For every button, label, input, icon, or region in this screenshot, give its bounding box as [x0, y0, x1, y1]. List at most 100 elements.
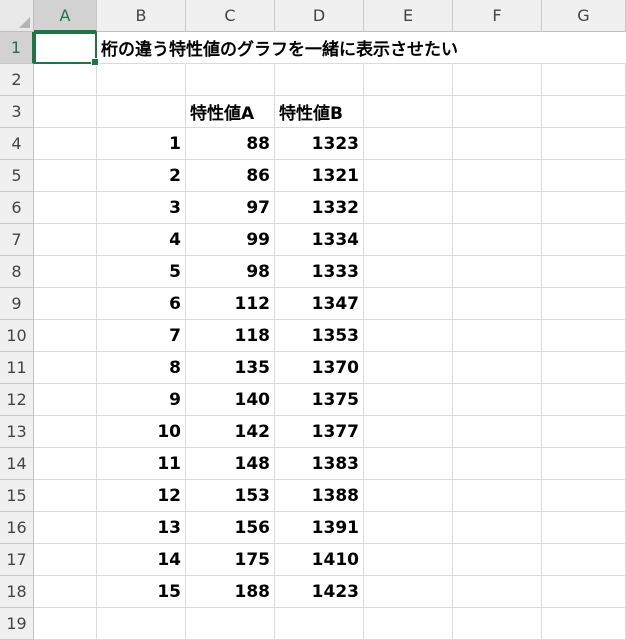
cell-e5[interactable] [364, 160, 453, 192]
cell-d8[interactable]: 1333 [275, 256, 364, 288]
column-header-g[interactable]: G [542, 0, 626, 32]
cell-a17[interactable] [34, 544, 97, 576]
row-header-16[interactable]: 16 [0, 512, 34, 544]
cell-a3[interactable] [34, 96, 97, 128]
cell-c18[interactable]: 188 [186, 576, 275, 608]
cell-e12[interactable] [364, 384, 453, 416]
cell-g19[interactable] [542, 608, 626, 640]
cell-f2[interactable] [453, 64, 542, 96]
cell-f3[interactable] [453, 96, 542, 128]
row-header-1[interactable]: 1 [0, 32, 34, 64]
cell-g12[interactable] [542, 384, 626, 416]
cell-c15[interactable]: 153 [186, 480, 275, 512]
cell-c6[interactable]: 97 [186, 192, 275, 224]
cell-c16[interactable]: 156 [186, 512, 275, 544]
cell-b1[interactable]: 桁の違う特性値のグラフを一緒に表示させたい [97, 32, 458, 64]
cell-d14[interactable]: 1383 [275, 448, 364, 480]
cell-b4[interactable]: 1 [97, 128, 186, 160]
cell-d6[interactable]: 1332 [275, 192, 364, 224]
cell-g8[interactable] [542, 256, 626, 288]
cell-d10[interactable]: 1353 [275, 320, 364, 352]
cell-b18[interactable]: 15 [97, 576, 186, 608]
cell-e11[interactable] [364, 352, 453, 384]
cell-b17[interactable]: 14 [97, 544, 186, 576]
cell-f1[interactable] [453, 32, 542, 64]
column-header-c[interactable]: C [186, 0, 275, 32]
cell-a6[interactable] [34, 192, 97, 224]
cell-d3[interactable]: 特性値B [275, 96, 364, 128]
cell-d5[interactable]: 1321 [275, 160, 364, 192]
cell-e13[interactable] [364, 416, 453, 448]
cell-a18[interactable] [34, 576, 97, 608]
cell-g4[interactable] [542, 128, 626, 160]
cell-c12[interactable]: 140 [186, 384, 275, 416]
row-header-9[interactable]: 9 [0, 288, 34, 320]
cell-b12[interactable]: 9 [97, 384, 186, 416]
cell-e3[interactable] [364, 96, 453, 128]
cell-g11[interactable] [542, 352, 626, 384]
row-header-14[interactable]: 14 [0, 448, 34, 480]
cell-a8[interactable] [34, 256, 97, 288]
cell-a1[interactable] [34, 32, 97, 64]
cell-b11[interactable]: 8 [97, 352, 186, 384]
cell-d11[interactable]: 1370 [275, 352, 364, 384]
cell-f11[interactable] [453, 352, 542, 384]
cell-c8[interactable]: 98 [186, 256, 275, 288]
cell-c17[interactable]: 175 [186, 544, 275, 576]
column-header-e[interactable]: E [364, 0, 453, 32]
row-header-13[interactable]: 13 [0, 416, 34, 448]
cell-a2[interactable] [34, 64, 97, 96]
cell-a11[interactable] [34, 352, 97, 384]
row-header-17[interactable]: 17 [0, 544, 34, 576]
row-header-4[interactable]: 4 [0, 128, 34, 160]
cell-c10[interactable]: 118 [186, 320, 275, 352]
row-header-6[interactable]: 6 [0, 192, 34, 224]
row-header-19[interactable]: 19 [0, 608, 34, 640]
cell-a5[interactable] [34, 160, 97, 192]
cell-g18[interactable] [542, 576, 626, 608]
cell-d12[interactable]: 1375 [275, 384, 364, 416]
cell-b16[interactable]: 13 [97, 512, 186, 544]
cell-b13[interactable]: 10 [97, 416, 186, 448]
cell-d4[interactable]: 1323 [275, 128, 364, 160]
cell-g14[interactable] [542, 448, 626, 480]
row-header-10[interactable]: 10 [0, 320, 34, 352]
cell-e9[interactable] [364, 288, 453, 320]
cell-g13[interactable] [542, 416, 626, 448]
cell-e10[interactable] [364, 320, 453, 352]
cell-c19[interactable] [186, 608, 275, 640]
cell-a7[interactable] [34, 224, 97, 256]
cell-g5[interactable] [542, 160, 626, 192]
cell-f5[interactable] [453, 160, 542, 192]
cell-e8[interactable] [364, 256, 453, 288]
row-header-12[interactable]: 12 [0, 384, 34, 416]
select-all-button[interactable] [0, 0, 34, 32]
row-header-2[interactable]: 2 [0, 64, 34, 96]
cell-b7[interactable]: 4 [97, 224, 186, 256]
cell-d7[interactable]: 1334 [275, 224, 364, 256]
cell-a4[interactable] [34, 128, 97, 160]
cell-c13[interactable]: 142 [186, 416, 275, 448]
cell-e2[interactable] [364, 64, 453, 96]
column-header-d[interactable]: D [275, 0, 364, 32]
cell-b15[interactable]: 12 [97, 480, 186, 512]
cell-g3[interactable] [542, 96, 626, 128]
cell-f10[interactable] [453, 320, 542, 352]
cell-f7[interactable] [453, 224, 542, 256]
cell-f18[interactable] [453, 576, 542, 608]
cell-e7[interactable] [364, 224, 453, 256]
row-header-8[interactable]: 8 [0, 256, 34, 288]
cell-g2[interactable] [542, 64, 626, 96]
cell-a15[interactable] [34, 480, 97, 512]
cell-d16[interactable]: 1391 [275, 512, 364, 544]
cell-g17[interactable] [542, 544, 626, 576]
cell-a19[interactable] [34, 608, 97, 640]
cell-a16[interactable] [34, 512, 97, 544]
cell-e18[interactable] [364, 576, 453, 608]
row-header-18[interactable]: 18 [0, 576, 34, 608]
cell-f16[interactable] [453, 512, 542, 544]
cell-e15[interactable] [364, 480, 453, 512]
cell-f19[interactable] [453, 608, 542, 640]
cell-b5[interactable]: 2 [97, 160, 186, 192]
cell-f17[interactable] [453, 544, 542, 576]
